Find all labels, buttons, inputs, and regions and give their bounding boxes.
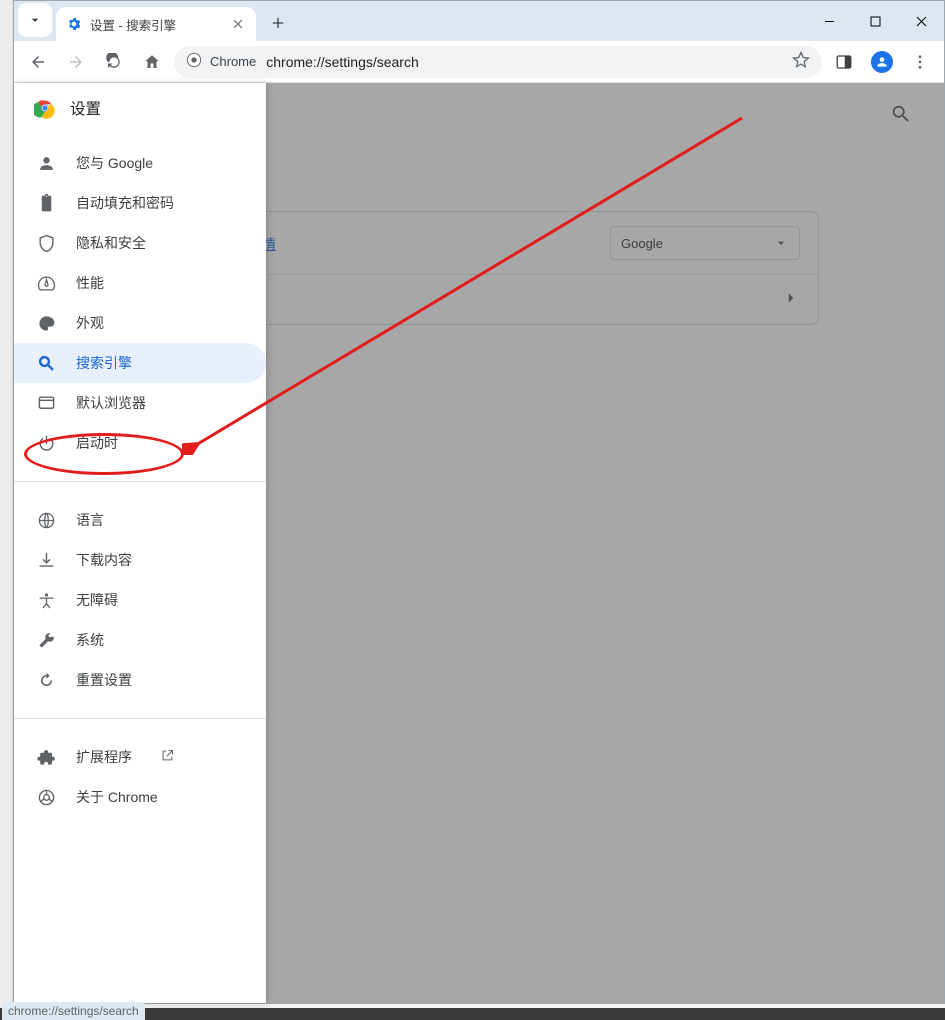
gear-icon: [66, 16, 82, 32]
reload-button[interactable]: [98, 46, 130, 78]
nav-label: 语言: [76, 510, 104, 530]
nav-label: 隐私和安全: [76, 233, 146, 253]
new-tab-button[interactable]: [264, 9, 292, 37]
chrome-chip-icon: [186, 52, 202, 71]
nav-search-engine[interactable]: 搜索引擎: [14, 343, 266, 383]
profile-button[interactable]: [866, 46, 898, 78]
minimize-button[interactable]: [806, 1, 852, 41]
nav-default-browser[interactable]: 默认浏览器: [14, 383, 266, 423]
search-icon: [36, 354, 56, 373]
close-tab-button[interactable]: [230, 16, 246, 32]
shield-icon: [36, 234, 56, 253]
back-button[interactable]: [22, 46, 54, 78]
nav-label: 下载内容: [76, 550, 132, 570]
nav-group-2: 语言 下载内容 无障碍 系统 重置设置: [14, 490, 266, 710]
open-in-new-icon: [160, 748, 175, 766]
nav-label: 无障碍: [76, 590, 118, 610]
chrome-logo-icon: [34, 97, 56, 119]
close-window-button[interactable]: [898, 1, 944, 41]
nav-appearance[interactable]: 外观: [14, 303, 266, 343]
speedometer-icon: [36, 274, 56, 293]
nav-separator: [14, 718, 266, 719]
clipboard-icon: [36, 194, 56, 213]
side-panel-button[interactable]: [828, 46, 860, 78]
globe-icon: [36, 511, 56, 530]
chrome-outline-icon: [36, 788, 56, 807]
nav-label: 默认浏览器: [76, 393, 146, 413]
tab-title: 设置 - 搜索引擎: [90, 15, 222, 34]
nav-on-startup[interactable]: 启动时: [14, 423, 266, 463]
bookmark-star-button[interactable]: [792, 51, 810, 72]
nav-privacy[interactable]: 隐私和安全: [14, 223, 266, 263]
wrench-icon: [36, 631, 56, 650]
chrome-menu-button[interactable]: [904, 46, 936, 78]
home-button[interactable]: [136, 46, 168, 78]
avatar-icon: [871, 51, 893, 73]
browser-window: 设置 - 搜索引擎 Chrome chrome://settings/searc…: [13, 0, 945, 1004]
address-bar[interactable]: Chrome chrome://settings/search: [174, 46, 822, 78]
download-icon: [36, 551, 56, 570]
nav-label: 关于 Chrome: [76, 787, 158, 807]
power-icon: [36, 434, 56, 453]
nav-performance[interactable]: 性能: [14, 263, 266, 303]
nav-system[interactable]: 系统: [14, 620, 266, 660]
tabs-dropdown-button[interactable]: [18, 3, 52, 37]
nav-label: 系统: [76, 630, 104, 650]
content-area: 索引擎。 了解详情 Google 站搜索: [14, 83, 944, 1003]
nav-languages[interactable]: 语言: [14, 500, 266, 540]
person-icon: [36, 154, 56, 173]
address-chip-label: Chrome: [210, 54, 258, 69]
palette-icon: [36, 314, 56, 333]
forward-button[interactable]: [60, 46, 92, 78]
restore-icon: [36, 671, 56, 690]
nav-you-and-google[interactable]: 您与 Google: [14, 143, 266, 183]
nav-label: 扩展程序: [76, 747, 132, 767]
nav-label: 搜索引擎: [76, 353, 132, 373]
drawer-header: 设置: [14, 83, 266, 133]
maximize-button[interactable]: [852, 1, 898, 41]
nav-reset[interactable]: 重置设置: [14, 660, 266, 700]
nav-separator: [14, 481, 266, 482]
nav-label: 外观: [76, 313, 104, 333]
settings-drawer: 设置 您与 Google 自动填充和密码 隐私和安全 性能: [14, 83, 266, 1003]
nav-group-3: 扩展程序 关于 Chrome: [14, 727, 266, 827]
nav-label: 启动时: [76, 433, 118, 453]
nav-downloads[interactable]: 下载内容: [14, 540, 266, 580]
external-gutter: [0, 0, 13, 1020]
browser-tab-active[interactable]: 设置 - 搜索引擎: [56, 7, 256, 41]
nav-about-chrome[interactable]: 关于 Chrome: [14, 777, 266, 817]
nav-group-1: 您与 Google 自动填充和密码 隐私和安全 性能 外观: [14, 133, 266, 473]
browser-icon: [36, 394, 56, 413]
address-url: chrome://settings/search: [266, 54, 784, 70]
nav-extensions[interactable]: 扩展程序: [14, 737, 266, 777]
nav-label: 重置设置: [76, 670, 132, 690]
nav-label: 性能: [76, 273, 104, 293]
window-controls: [806, 1, 944, 41]
drawer-title: 设置: [70, 97, 101, 119]
nav-label: 您与 Google: [76, 153, 153, 173]
toolbar: Chrome chrome://settings/search: [14, 41, 944, 83]
nav-label: 自动填充和密码: [76, 193, 174, 213]
accessibility-icon: [36, 591, 56, 610]
extension-icon: [36, 748, 56, 767]
titlebar: 设置 - 搜索引擎: [14, 1, 944, 41]
status-bar-link: chrome://settings/search: [2, 1002, 145, 1020]
nav-autofill[interactable]: 自动填充和密码: [14, 183, 266, 223]
nav-accessibility[interactable]: 无障碍: [14, 580, 266, 620]
